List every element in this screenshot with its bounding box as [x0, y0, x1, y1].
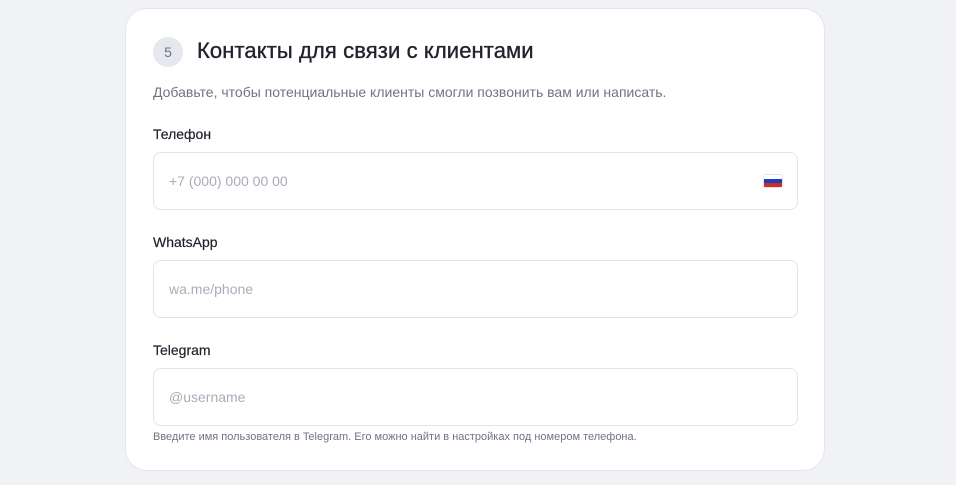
- section-title: Контакты для связи с клиентами: [197, 38, 534, 63]
- phone-label: Телефон: [153, 126, 212, 142]
- contacts-section-card: 5 Контакты для связи с клиентами Добавьт…: [125, 8, 825, 471]
- telegram-hint: Введите имя пользователя в Telegram. Его…: [153, 431, 637, 443]
- whatsapp-label: WhatsApp: [153, 234, 218, 250]
- telegram-field-wrapper: [153, 368, 798, 426]
- flag-stripe-red: [764, 183, 782, 187]
- section-subtitle: Добавьте, чтобы потенциальные клиенты см…: [153, 84, 667, 100]
- step-number-badge: 5: [153, 37, 183, 67]
- phone-input[interactable]: [154, 153, 797, 209]
- telegram-label: Telegram: [153, 342, 211, 358]
- whatsapp-input[interactable]: [154, 261, 797, 317]
- whatsapp-field-wrapper: [153, 260, 798, 318]
- russia-flag-icon[interactable]: [764, 175, 782, 187]
- telegram-input[interactable]: [154, 369, 797, 425]
- phone-field-wrapper: [153, 152, 798, 210]
